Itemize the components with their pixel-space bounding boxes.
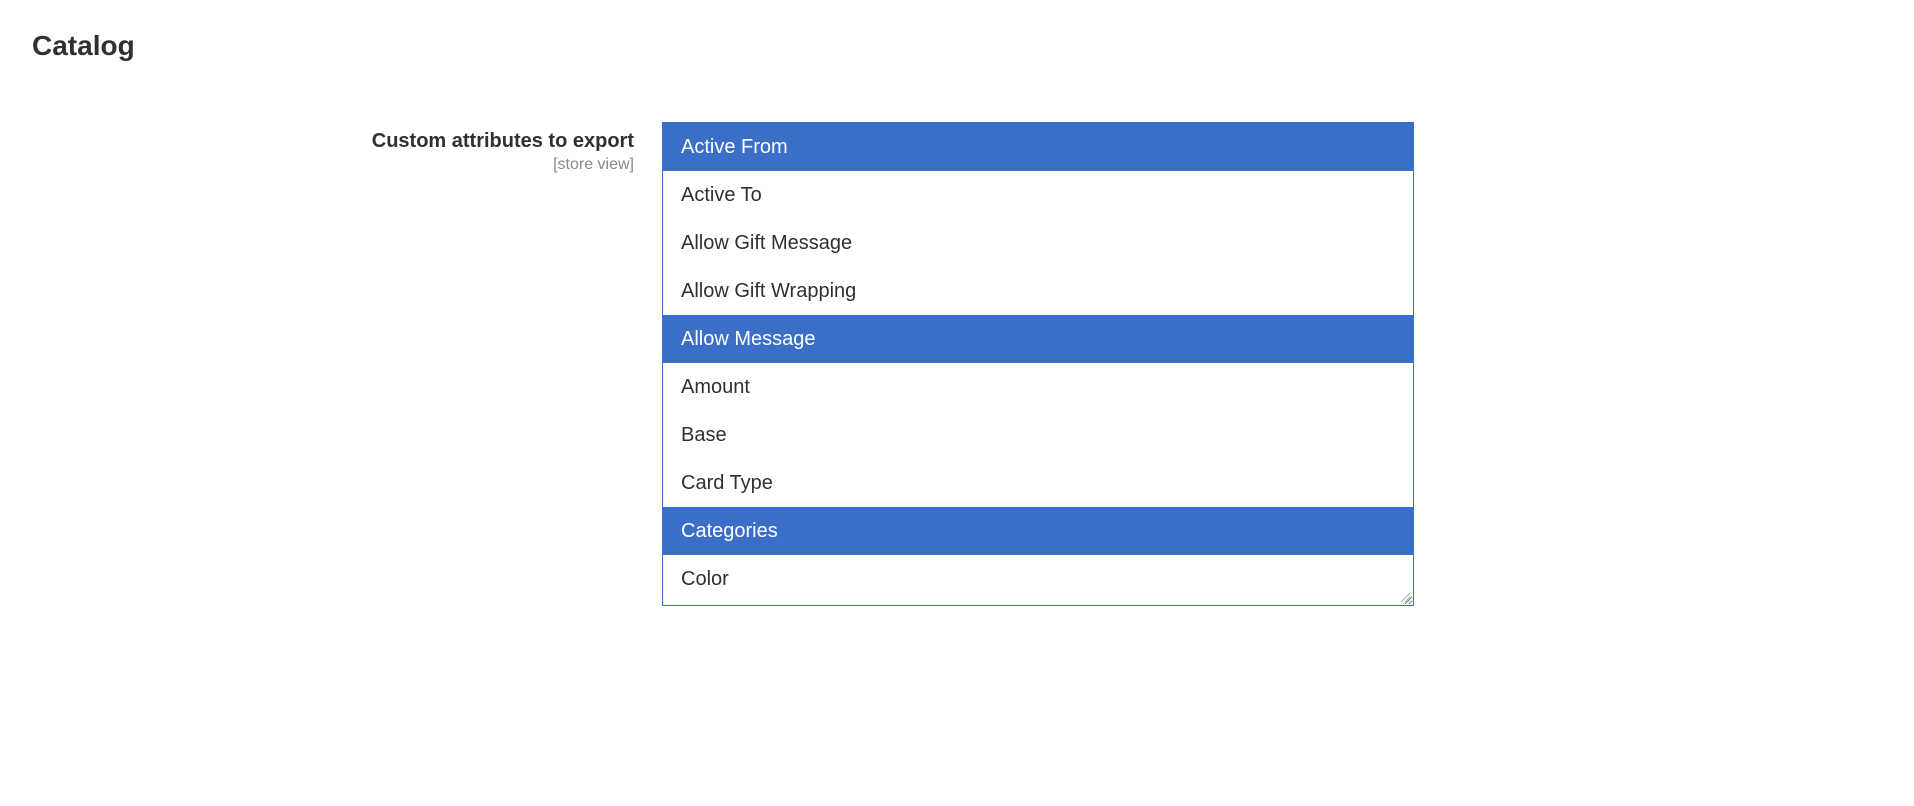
multiselect-option[interactable]: Allow Gift Message	[663, 219, 1413, 267]
resize-handle-icon	[1399, 591, 1411, 603]
multiselect-option[interactable]: Amount	[663, 363, 1413, 411]
multiselect-option[interactable]: Base	[663, 411, 1413, 459]
custom-attributes-multiselect[interactable]: Active FromActive ToAllow Gift MessageAl…	[662, 122, 1414, 606]
multiselect-option[interactable]: Active From	[663, 123, 1413, 171]
multiselect-option[interactable]: Color	[663, 555, 1413, 603]
multiselect-option[interactable]: Categories	[663, 507, 1413, 555]
multiselect-option[interactable]: Card Type	[663, 459, 1413, 507]
section-title: Catalog	[32, 30, 1882, 62]
multiselect-option[interactable]: Allow Gift Wrapping	[663, 267, 1413, 315]
multiselect-option[interactable]: Allow Message	[663, 315, 1413, 363]
field-custom-attributes-export: Custom attributes to export [store view]…	[32, 122, 1882, 606]
field-label: Custom attributes to export	[32, 128, 634, 154]
field-scope: [store view]	[32, 156, 634, 174]
multiselect-option[interactable]: Active To	[663, 171, 1413, 219]
